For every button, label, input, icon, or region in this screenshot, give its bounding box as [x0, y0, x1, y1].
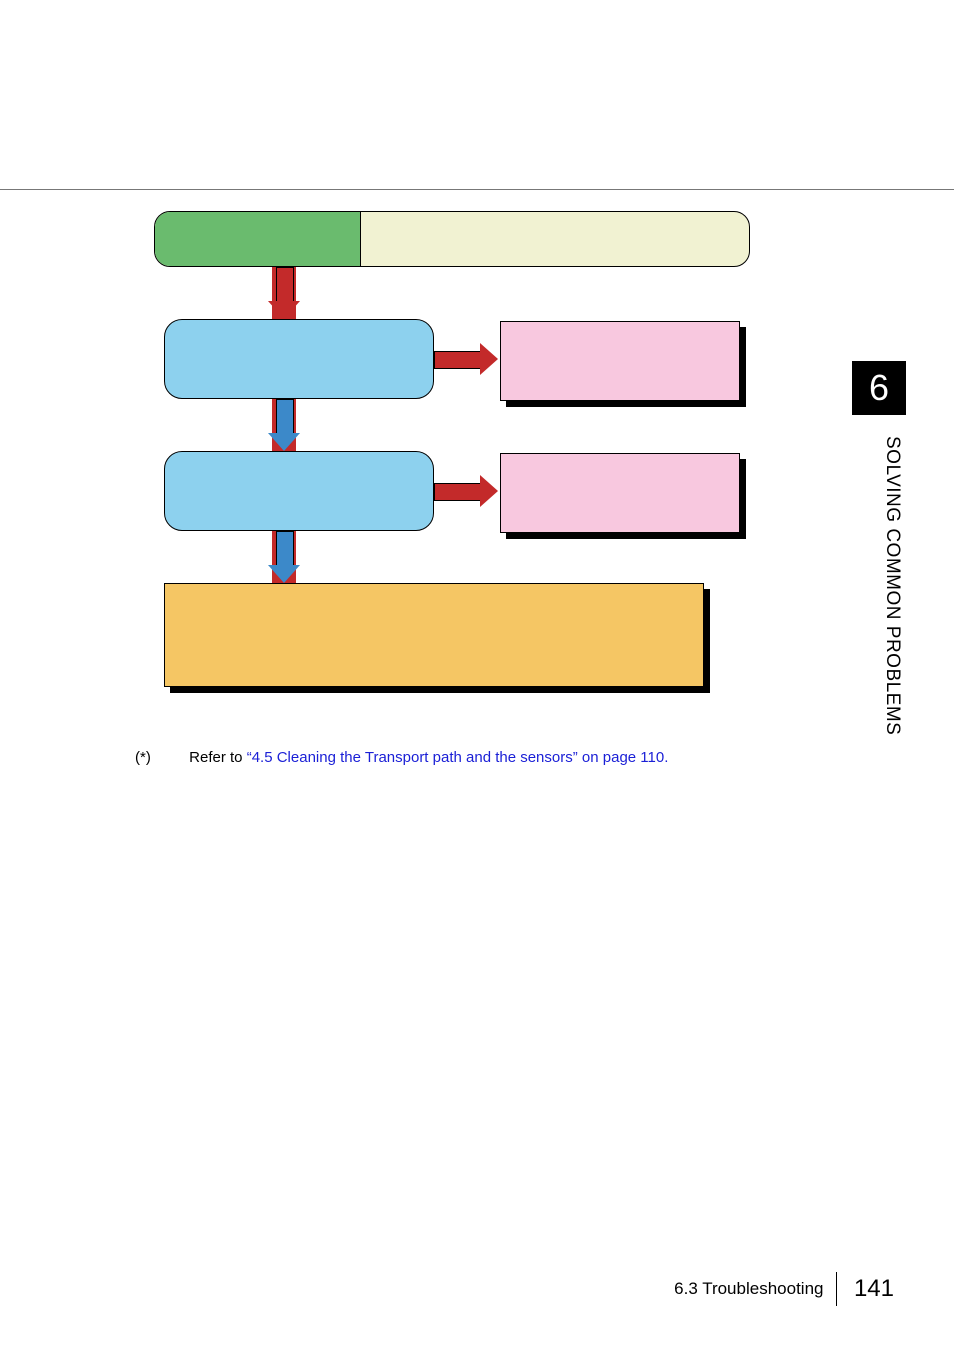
chapter-number: 6: [869, 367, 889, 408]
chapter-tab: 6: [852, 361, 906, 415]
flow-step-1: [164, 319, 434, 399]
footer-separator: [836, 1272, 837, 1306]
arrow-right-1: [434, 347, 498, 371]
flow-result-2: [500, 453, 740, 533]
page-footer: 6.3 Troubleshooting 141: [0, 1272, 954, 1306]
flowchart: [154, 211, 750, 703]
top-rule: [0, 189, 954, 190]
arrow-down-3: [272, 531, 296, 583]
arrow-right-2: [434, 479, 498, 503]
arrow-down-2: [272, 399, 296, 451]
flow-result-1: [500, 321, 740, 401]
flow-header-box: [154, 211, 750, 267]
flow-header-left: [155, 212, 361, 266]
flow-outcome: [164, 583, 704, 687]
arrow-down-1: [272, 267, 296, 319]
chapter-title: SOLVING COMMON PROBLEMS: [873, 436, 903, 796]
footnote: (*) Refer to “4.5 Cleaning the Transport…: [135, 749, 668, 766]
footnote-marker: (*): [135, 749, 185, 766]
footnote-prefix: Refer to: [189, 749, 247, 766]
footer-section: 6.3 Troubleshooting: [674, 1279, 823, 1298]
flow-step-2: [164, 451, 434, 531]
footnote-link[interactable]: “4.5 Cleaning the Transport path and the…: [247, 749, 669, 766]
footer-page-number: 141: [854, 1275, 894, 1302]
